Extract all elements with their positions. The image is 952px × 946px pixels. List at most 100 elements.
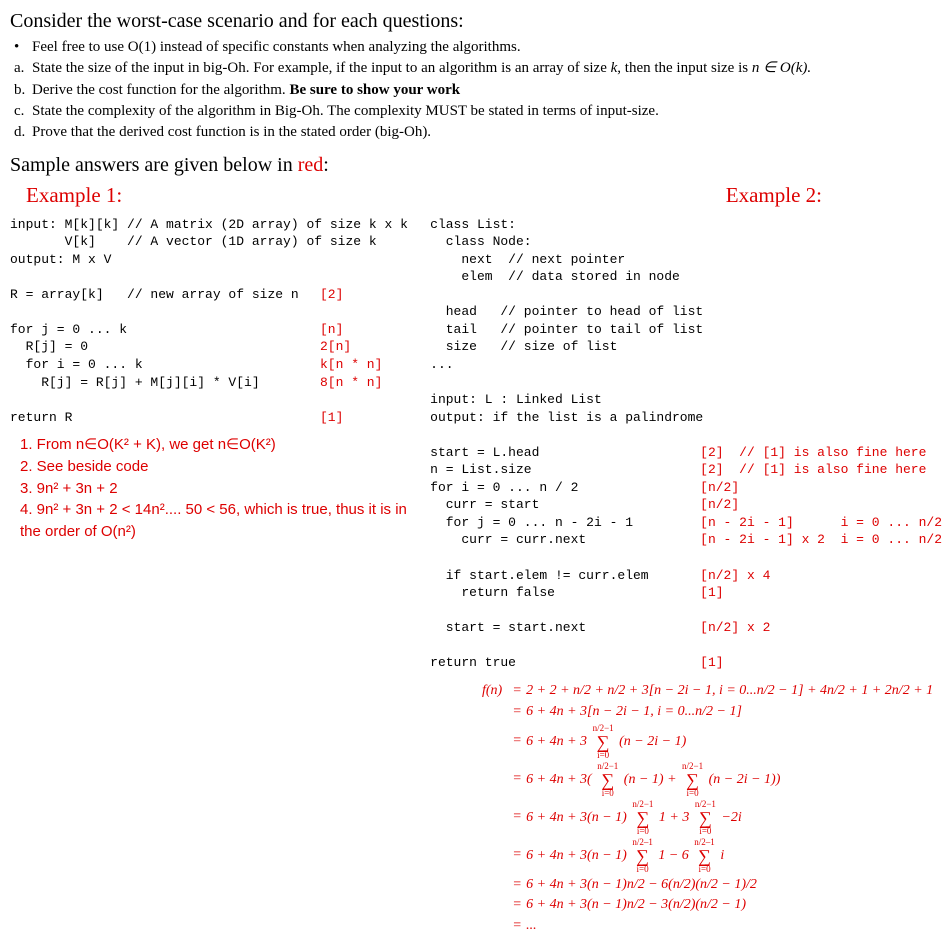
example-2-derivation: f(n) = 2 + 2 + n/2 + n/2 + 3[n − 2i − 1,…: [450, 682, 942, 936]
ex1-answer-3: 3. 9n² + 3n + 2: [20, 478, 410, 500]
code-text: [10, 268, 320, 286]
item-c: c. State the complexity of the algorithm…: [14, 101, 942, 121]
code-line: for j = 0 ... n - 2i - 1[n - 2i - 1] i =…: [430, 514, 942, 532]
code-line: [10, 268, 410, 286]
code-line: return R[1]: [10, 409, 410, 427]
code-annotation: k[n * n]: [320, 356, 382, 374]
code-line: return true[1]: [430, 654, 942, 672]
code-text: for j = 0 ... n - 2i - 1: [430, 514, 700, 532]
code-line: class List:: [430, 216, 942, 234]
code-text: curr = curr.next: [430, 531, 700, 549]
code-line: [10, 303, 410, 321]
code-text: class List:: [430, 216, 700, 234]
code-text: output: if the list is a palindrome: [430, 409, 700, 427]
code-text: for i = 0 ... n / 2: [430, 479, 700, 497]
intro-bullet-text: Feel free to use O(1) instead of specifi…: [32, 37, 942, 57]
code-text: output: M x V: [10, 251, 320, 269]
code-annotation: [2]: [320, 286, 343, 304]
example-1-code: input: M[k][k] // A matrix (2D array) of…: [10, 216, 410, 427]
code-line: head // pointer to head of list: [430, 303, 942, 321]
code-text: [430, 602, 700, 620]
code-line: size // size of list: [430, 338, 942, 356]
item-b-text: Derive the cost function for the algorit…: [32, 80, 942, 100]
code-annotation: [n]: [320, 321, 343, 339]
item-a-marker: a.: [14, 58, 32, 78]
code-annotation: [n - 2i - 1] x 2 i = 0 ... n/2: [700, 531, 942, 549]
code-annotation: [1]: [700, 584, 723, 602]
code-text: head // pointer to head of list: [430, 303, 700, 321]
code-text: curr = start: [430, 496, 700, 514]
item-d-text: Prove that the derived cost function is …: [32, 122, 942, 142]
code-line: class Node:: [430, 233, 942, 251]
code-text: [430, 637, 700, 655]
code-annotation: [2] // [1] is also fine here: [700, 461, 926, 479]
page-heading: Consider the worst-case scenario and for…: [10, 8, 942, 35]
item-d-marker: d.: [14, 122, 32, 142]
code-annotation: 2[n]: [320, 338, 351, 356]
code-line: [10, 391, 410, 409]
code-line: start = L.head[2] // [1] is also fine he…: [430, 444, 942, 462]
bullet-marker: •: [14, 37, 32, 57]
code-annotation: [1]: [320, 409, 343, 427]
code-text: [10, 303, 320, 321]
example-2-column: class List: class Node: next // next poi…: [430, 216, 942, 939]
code-text: [430, 426, 700, 444]
code-line: return false[1]: [430, 584, 942, 602]
example-1-column: input: M[k][k] // A matrix (2D array) of…: [10, 216, 410, 543]
code-line: elem // data stored in node: [430, 268, 942, 286]
example-1-answers: 1. From n∈O(K² + K), we get n∈O(K²) 2. S…: [20, 434, 410, 543]
code-text: start = start.next: [430, 619, 700, 637]
code-annotation: [n/2]: [700, 496, 739, 514]
intro-bullet: • Feel free to use O(1) instead of speci…: [14, 37, 942, 57]
code-text: [430, 549, 700, 567]
code-line: if start.elem != curr.elem[n/2] x 4: [430, 567, 942, 585]
code-line: for j = 0 ... k[n]: [10, 321, 410, 339]
code-line: curr = curr.next[n - 2i - 1] x 2 i = 0 .…: [430, 531, 942, 549]
item-a: a. State the size of the input in big-Oh…: [14, 58, 942, 78]
code-text: return R: [10, 409, 320, 427]
sample-line: Sample answers are given below in red:: [10, 152, 942, 179]
code-line: [430, 426, 942, 444]
item-c-marker: c.: [14, 101, 32, 121]
code-line: output: M x V: [10, 251, 410, 269]
code-text: input: M[k][k] // A matrix (2D array) of…: [10, 216, 320, 234]
code-annotation: [1]: [700, 654, 723, 672]
code-text: return false: [430, 584, 700, 602]
ex1-answer-2: 2. See beside code: [20, 456, 410, 478]
code-annotation: 8[n * n]: [320, 374, 382, 392]
ex1-answer-1: 1. From n∈O(K² + K), we get n∈O(K²): [20, 434, 410, 456]
code-annotation: [2] // [1] is also fine here: [700, 444, 926, 462]
example-1-label: Example 1:: [26, 181, 122, 209]
item-c-text: State the complexity of the algorithm in…: [32, 101, 942, 121]
code-line: for i = 0 ... n / 2[n/2]: [430, 479, 942, 497]
code-line: output: if the list is a palindrome: [430, 409, 942, 427]
code-annotation: [n/2] x 2: [700, 619, 770, 637]
code-line: V[k] // A vector (1D array) of size k: [10, 233, 410, 251]
code-text: size // size of list: [430, 338, 700, 356]
item-b: b. Derive the cost function for the algo…: [14, 80, 942, 100]
example-2-code: class List: class Node: next // next poi…: [430, 216, 942, 672]
code-text: for i = 0 ... k: [10, 356, 320, 374]
code-line: start = start.next[n/2] x 2: [430, 619, 942, 637]
code-text: R = array[k] // new array of size n: [10, 286, 320, 304]
code-line: n = List.size[2] // [1] is also fine her…: [430, 461, 942, 479]
code-line: R[j] = R[j] + M[j][i] * V[i]8[n * n]: [10, 374, 410, 392]
code-text: start = L.head: [430, 444, 700, 462]
code-line: R[j] = 02[n]: [10, 338, 410, 356]
code-line: input: M[k][k] // A matrix (2D array) of…: [10, 216, 410, 234]
code-line: [430, 637, 942, 655]
code-line: curr = start[n/2]: [430, 496, 942, 514]
code-text: R[j] = R[j] + M[j][i] * V[i]: [10, 374, 320, 392]
code-annotation: [n - 2i - 1] i = 0 ... n/2: [700, 514, 942, 532]
code-text: input: L : Linked List: [430, 391, 700, 409]
code-line: next // next pointer: [430, 251, 942, 269]
examples-row: Example 1: Example 2:: [10, 181, 942, 209]
item-d: d. Prove that the derived cost function …: [14, 122, 942, 142]
code-text: [430, 286, 700, 304]
code-line: tail // pointer to tail of list: [430, 321, 942, 339]
code-line: [430, 549, 942, 567]
code-text: for j = 0 ... k: [10, 321, 320, 339]
code-annotation: [n/2] x 4: [700, 567, 770, 585]
code-text: tail // pointer to tail of list: [430, 321, 700, 339]
code-line: R = array[k] // new array of size n[2]: [10, 286, 410, 304]
